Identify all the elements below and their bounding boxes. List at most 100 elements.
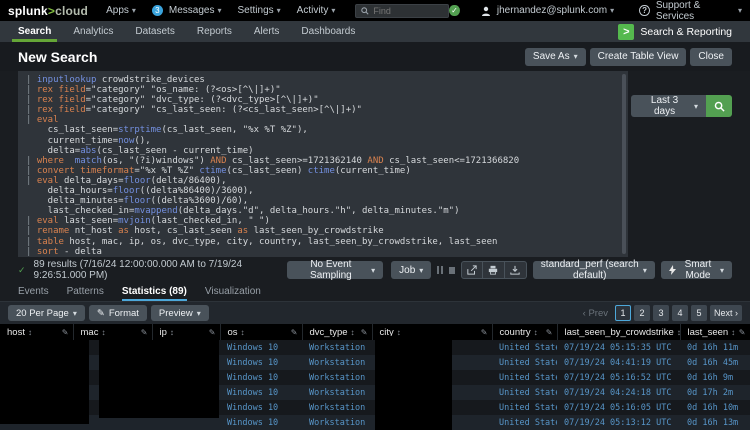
chevron-down-icon: ▾ (738, 6, 742, 15)
page-button-5[interactable]: 5 (691, 305, 707, 321)
chevron-down-icon: ▾ (197, 309, 201, 318)
tab-events[interactable]: Events (18, 286, 49, 301)
sort-icon: ↕ (170, 328, 174, 337)
menu-settings-label: Settings (238, 5, 274, 16)
edit-column-icon: ✎ (291, 328, 298, 337)
logo-splunk: splunk (8, 4, 48, 18)
splunk-cloud-logo[interactable]: splunk>cloud (8, 4, 88, 18)
query-line: | eval last_seen=mvjoin(last_checked_in,… (26, 216, 616, 226)
edit-column-icon: ✎ (481, 328, 488, 337)
preview-button[interactable]: Preview ▾ (151, 305, 209, 321)
table-controls: 20 Per Page ▾ ✎ Format Preview ▾ ‹ Prev … (0, 302, 750, 324)
chevron-down-icon: ▾ (331, 6, 335, 15)
nav-item-reports[interactable]: Reports (197, 21, 232, 42)
cell-country: United States (492, 415, 557, 430)
column-header-os[interactable]: os↕✎ (220, 324, 302, 340)
column-header-ip[interactable]: ip↕✎ (152, 324, 220, 340)
lightning-icon (669, 265, 676, 275)
query-line: delta_hours=floor((delta%86400)/3600), (26, 186, 616, 196)
find-search-box[interactable] (355, 4, 449, 18)
menu-apps-label: Apps (106, 5, 129, 16)
format-button[interactable]: ✎ Format (89, 305, 147, 321)
column-header-host[interactable]: host↕✎ (0, 324, 73, 340)
cell-last_seen: 0d 16h 9m (680, 370, 750, 385)
nav-item-dashboards[interactable]: Dashboards (301, 21, 355, 42)
find-input[interactable] (373, 6, 443, 16)
column-header-dvc-type[interactable]: dvc_type↕✎ (302, 324, 372, 340)
pause-icon[interactable] (437, 266, 443, 274)
event-sampling-button[interactable]: No Event Sampling ▾ (287, 261, 383, 279)
column-header-last-seen[interactable]: last_seen↕✎ (680, 324, 750, 340)
search-icon (714, 101, 725, 112)
run-search-button[interactable] (706, 95, 732, 117)
cell-country: United States (492, 370, 557, 385)
menu-messages-label: Messages (169, 5, 215, 16)
sort-icon: ↕ (101, 328, 105, 337)
save-as-button[interactable]: Save As ▾ (525, 48, 586, 66)
cell-os: Windows 10 (220, 415, 302, 430)
query-line: | rex field="category" "cs_last_seen: (?… (26, 105, 616, 115)
chevron-down-icon: ▾ (643, 266, 647, 275)
menu-activity[interactable]: Activity ▾ (297, 5, 336, 16)
query-line: cs_last_seen=strptime(cs_last_seen, "%x … (26, 125, 616, 135)
page-button-2[interactable]: 2 (634, 305, 650, 321)
cell-last_seen: 0d 17h 2m (680, 385, 750, 400)
close-button[interactable]: Close (690, 48, 732, 66)
query-editor[interactable]: | inputlookup crowdstrike_devices| rex f… (18, 71, 628, 257)
logo-cloud: cloud (55, 4, 88, 18)
cell-last_seen_by_crowdstrike: 07/19/24 05:13:12 UTC (557, 415, 680, 430)
share-icon (467, 265, 477, 275)
page-header: New Search Save As ▾ Create Table View C… (0, 42, 750, 71)
cell-last_seen: 0d 16h 13m (680, 415, 750, 430)
app-name: Search & Reporting (640, 26, 732, 38)
cell-last_seen: 0d 16h 45m (680, 355, 750, 370)
tab-statistics[interactable]: Statistics (89) (122, 286, 187, 301)
cell-os: Windows 10 (220, 385, 302, 400)
menu-apps[interactable]: Apps ▾ (106, 5, 136, 16)
user-menu[interactable]: jhernandez@splunk.com ▾ (497, 5, 614, 16)
editor-scrollbar[interactable] (622, 74, 626, 254)
column-header-mac[interactable]: mac↕✎ (73, 324, 152, 340)
job-bar: ✓ 89 results (7/16/24 12:00:00.000 AM to… (0, 257, 750, 283)
logo-gt-icon: > (48, 4, 55, 18)
cell-dvc_type: Workstation (302, 415, 372, 430)
edit-column-icon: ✎ (739, 328, 746, 337)
share-button[interactable] (461, 261, 483, 279)
next-page-button[interactable]: Next › (710, 305, 742, 321)
column-header-country[interactable]: country↕✎ (492, 324, 557, 340)
tab-visualization[interactable]: Visualization (205, 286, 261, 301)
export-button[interactable] (505, 261, 527, 279)
nav-item-datasets[interactable]: Datasets (135, 21, 174, 42)
column-header-last-seen-by-crowdstrike[interactable]: last_seen_by_crowdstrike↕✎ (557, 324, 680, 340)
cell-last_seen: 0d 16h 11m (680, 340, 750, 355)
cell-os: Windows 10 (220, 340, 302, 355)
page-button-1[interactable]: 1 (615, 305, 631, 321)
query-line: | rex field="category" "dvc_type: (?<dvc… (26, 95, 616, 105)
time-range-picker[interactable]: Last 3 days ▾ (631, 95, 706, 117)
chevron-down-icon: ▾ (574, 52, 578, 61)
page-button-3[interactable]: 3 (653, 305, 669, 321)
prev-page-button[interactable]: ‹ Prev (583, 308, 608, 319)
results-tabs: Events Patterns Statistics (89) Visualiz… (0, 283, 750, 302)
nav-item-alerts[interactable]: Alerts (254, 21, 280, 42)
search-mode-pref-button[interactable]: standard_perf (search default) ▾ (533, 261, 655, 279)
results-table: host↕✎ mac↕✎ ip↕✎ os↕✎ dvc_type↕✎ city↕✎… (0, 324, 750, 430)
nav-item-search[interactable]: Search (18, 21, 51, 42)
create-table-view-button[interactable]: Create Table View (590, 48, 687, 66)
page-button-4[interactable]: 4 (672, 305, 688, 321)
menu-support-services[interactable]: Support & Services ▾ (656, 0, 742, 22)
per-page-button[interactable]: 20 Per Page ▾ (8, 305, 85, 321)
menu-messages[interactable]: 3 Messages ▾ (152, 5, 222, 16)
nav-item-analytics[interactable]: Analytics (73, 21, 113, 42)
stop-icon[interactable] (449, 267, 454, 274)
tab-patterns[interactable]: Patterns (67, 286, 104, 301)
job-menu-button[interactable]: Job ▾ (391, 261, 431, 279)
chevron-down-icon: ▾ (610, 6, 614, 15)
cell-dvc_type: Workstation (302, 370, 372, 385)
redaction-box (375, 336, 452, 430)
menu-settings[interactable]: Settings ▾ (238, 5, 281, 16)
splunk-search-page: splunk>cloud Apps ▾ 3 Messages ▾ Setting… (0, 0, 750, 430)
print-button[interactable] (483, 261, 505, 279)
app-logo-icon: > (618, 24, 634, 40)
smart-mode-button[interactable]: Smart Mode ▾ (661, 261, 732, 279)
